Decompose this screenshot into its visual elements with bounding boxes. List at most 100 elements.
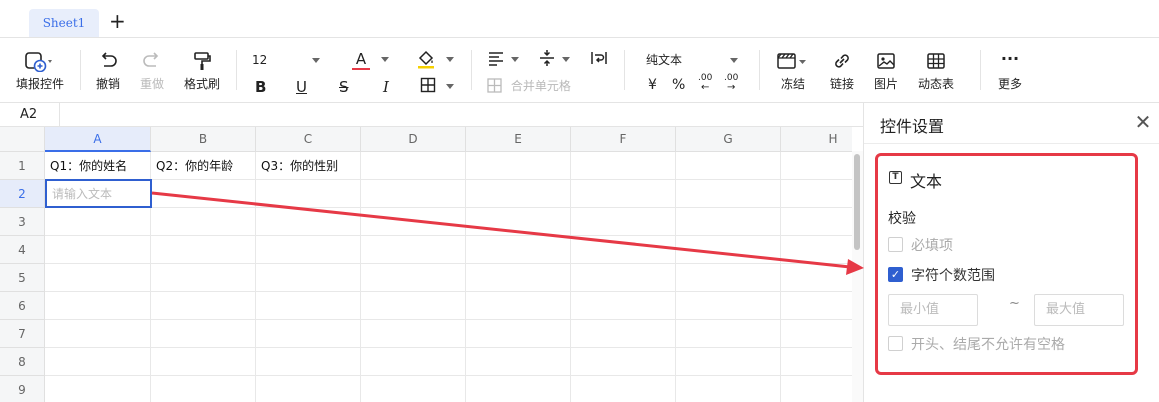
row-header[interactable]: 1 (0, 152, 45, 180)
grid-cell[interactable] (571, 320, 676, 348)
grid-cell[interactable] (781, 208, 852, 236)
vertical-align-button[interactable] (538, 49, 574, 72)
grid-cell[interactable] (466, 376, 571, 402)
borders-button[interactable] (420, 77, 460, 98)
grid-cell[interactable] (151, 292, 256, 320)
grid-cell[interactable] (361, 152, 466, 180)
grid-cell[interactable] (361, 180, 466, 208)
increase-decimal-button[interactable]: .00 → (724, 73, 738, 93)
row-header[interactable]: 7 (0, 320, 45, 348)
grid-cell[interactable] (466, 208, 571, 236)
sheet-tab-sheet1[interactable]: Sheet1 (29, 9, 99, 37)
grid-cell[interactable] (781, 348, 852, 376)
grid-cell[interactable] (151, 208, 256, 236)
currency-button[interactable]: ¥ (648, 75, 657, 95)
wrap-text-button[interactable] (590, 49, 608, 72)
decrease-decimal-button[interactable]: .00 ← (698, 73, 712, 93)
grid-cell[interactable] (151, 180, 256, 208)
grid-cell[interactable] (466, 236, 571, 264)
row-header[interactable]: 2 (0, 180, 45, 208)
underline-button[interactable]: U (296, 77, 307, 97)
grid-cell[interactable] (45, 236, 151, 264)
grid-cell[interactable] (466, 320, 571, 348)
cell-b1[interactable]: Q2：你的年龄 (151, 152, 256, 180)
grid-cell[interactable] (45, 320, 151, 348)
bold-button[interactable]: B (255, 77, 266, 97)
redo-button[interactable]: 重做 (137, 50, 167, 92)
grid-cell[interactable] (256, 376, 361, 402)
grid-cell[interactable] (676, 376, 781, 402)
column-header[interactable]: E (466, 127, 571, 152)
cell-a2-text-control[interactable]: 请输入文本 (45, 179, 152, 208)
column-header[interactable]: B (151, 127, 256, 152)
grid-cell[interactable] (571, 376, 676, 402)
char-range-checkbox[interactable]: ✓ (888, 267, 903, 282)
grid-cell[interactable] (256, 264, 361, 292)
grid-cell[interactable] (256, 180, 361, 208)
grid-cell[interactable] (781, 376, 852, 402)
grid-cell[interactable] (571, 292, 676, 320)
grid-cell[interactable] (256, 320, 361, 348)
grid-cell[interactable] (45, 376, 151, 402)
grid-cell[interactable] (676, 348, 781, 376)
grid-cell[interactable] (151, 376, 256, 402)
format-painter-button[interactable]: 格式刷 (181, 50, 223, 92)
grid-cell[interactable] (676, 208, 781, 236)
min-value-input[interactable]: 最小值 (888, 294, 978, 326)
grid-cell[interactable] (45, 208, 151, 236)
row-header[interactable]: 9 (0, 376, 45, 402)
column-header[interactable]: G (676, 127, 781, 152)
strikethrough-button[interactable]: S (339, 77, 349, 97)
fill-control-button[interactable]: 填报控件 (14, 50, 66, 92)
italic-button[interactable]: I (383, 77, 389, 97)
grid-cell[interactable] (676, 292, 781, 320)
max-value-input[interactable]: 最大值 (1034, 294, 1124, 326)
column-header[interactable]: D (361, 127, 466, 152)
link-button[interactable]: 链接 (828, 50, 856, 92)
grid-cell[interactable] (571, 152, 676, 180)
grid-cell[interactable] (361, 208, 466, 236)
grid-cell[interactable] (781, 152, 852, 180)
cell-c1[interactable]: Q3：你的性别 (256, 152, 361, 180)
grid-cell[interactable] (781, 292, 852, 320)
grid-cell[interactable] (45, 348, 151, 376)
grid-cell[interactable] (361, 348, 466, 376)
grid-cell[interactable] (45, 292, 151, 320)
more-button[interactable]: ··· 更多 (995, 50, 1025, 92)
grid-cell[interactable] (361, 320, 466, 348)
grid-cell[interactable] (781, 236, 852, 264)
freeze-button[interactable]: 冻结 (776, 50, 810, 92)
grid-cell[interactable] (571, 208, 676, 236)
grid-cell[interactable] (781, 320, 852, 348)
row-header[interactable]: 6 (0, 292, 45, 320)
grid-cell[interactable] (151, 264, 256, 292)
grid-cell[interactable] (151, 320, 256, 348)
spreadsheet-grid[interactable]: A B C D E F G H 1 2 3 4 5 6 7 8 9 Q1：你的姓… (0, 127, 852, 402)
grid-cell[interactable] (571, 236, 676, 264)
no-space-checkbox[interactable] (888, 336, 903, 351)
horizontal-align-button[interactable] (487, 49, 523, 72)
grid-cell[interactable] (466, 264, 571, 292)
grid-cell[interactable] (256, 292, 361, 320)
grid-cell[interactable] (361, 292, 466, 320)
grid-cell[interactable] (466, 152, 571, 180)
pivot-table-button[interactable]: 动态表 (914, 50, 958, 92)
select-all-corner[interactable] (0, 127, 45, 152)
grid-cell[interactable] (781, 180, 852, 208)
column-header[interactable]: C (256, 127, 361, 152)
required-checkbox[interactable] (888, 237, 903, 252)
font-color-button[interactable]: A (352, 49, 392, 70)
close-icon[interactable]: ✕ (1133, 110, 1153, 134)
grid-cell[interactable] (151, 236, 256, 264)
number-format-select[interactable]: 纯文本 (646, 50, 740, 70)
grid-cell[interactable] (781, 264, 852, 292)
column-header[interactable]: A (45, 127, 151, 152)
cell-a1[interactable]: Q1：你的姓名 (45, 152, 151, 180)
fill-color-button[interactable] (416, 49, 456, 74)
row-header[interactable]: 4 (0, 236, 45, 264)
column-header[interactable]: F (571, 127, 676, 152)
image-button[interactable]: 图片 (872, 50, 900, 92)
grid-cell[interactable] (256, 208, 361, 236)
percent-button[interactable]: % (672, 75, 685, 95)
grid-cell[interactable] (676, 236, 781, 264)
